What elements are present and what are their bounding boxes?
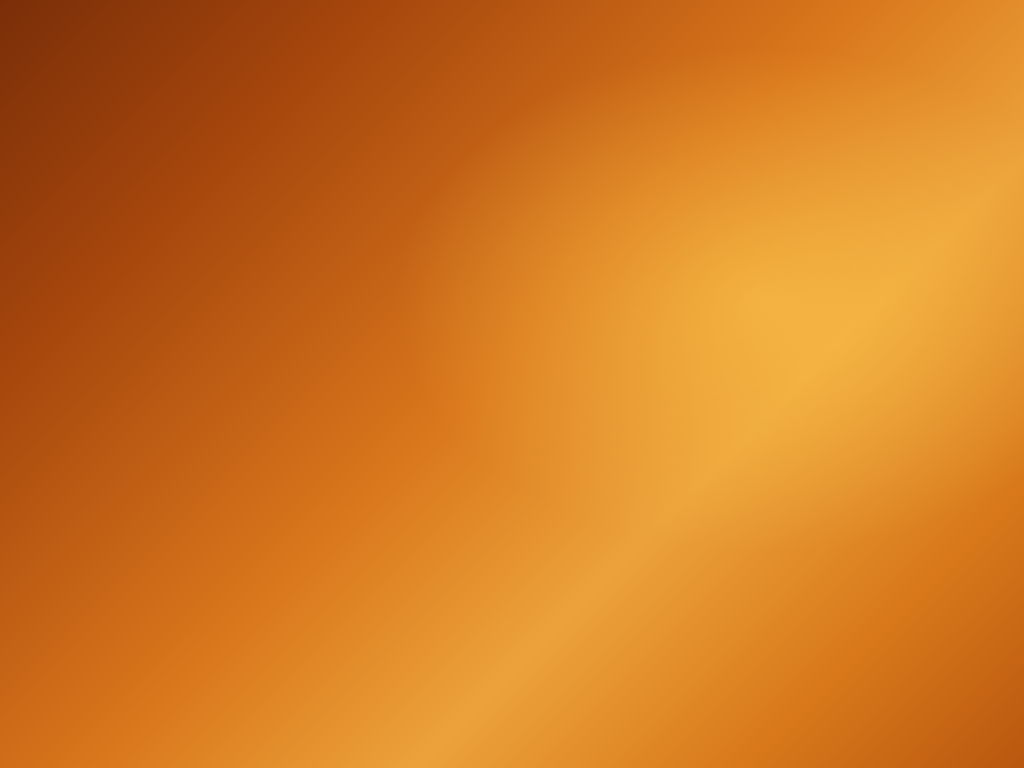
desktop-wallpaper <box>0 0 1024 768</box>
